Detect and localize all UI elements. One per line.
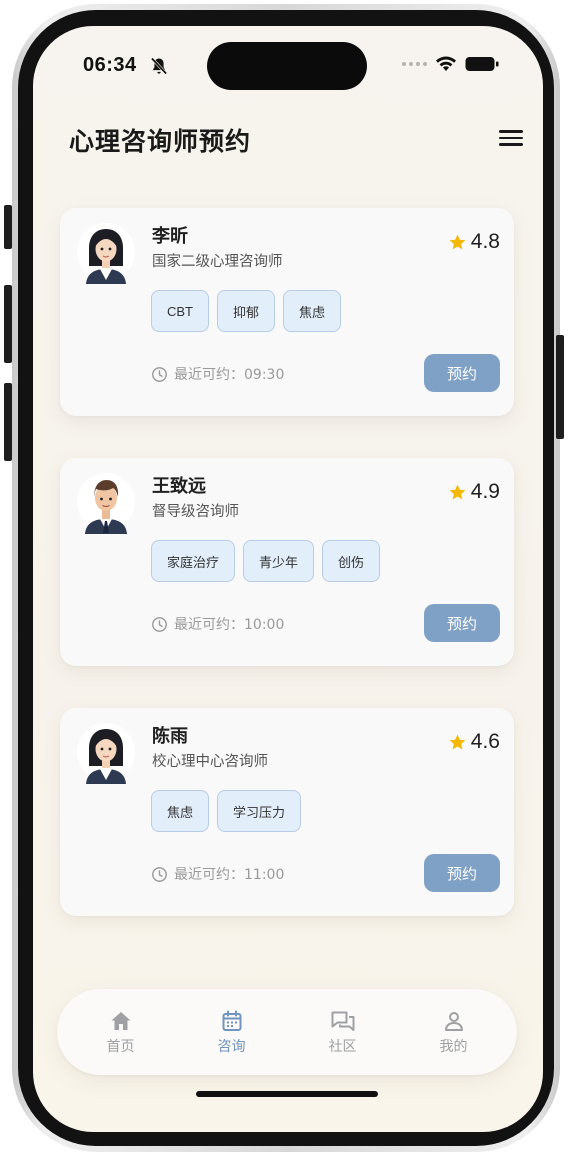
counselor-title: 国家二级心理咨询师 (152, 254, 283, 270)
star-icon (449, 484, 466, 500)
menu-button[interactable] (499, 126, 523, 150)
availability-text: 最近可约：11:00 (174, 867, 285, 883)
clock-icon (152, 866, 167, 882)
availability-text: 最近可约：09:30 (174, 367, 285, 383)
counselor-title: 督导级咨询师 (152, 504, 239, 520)
tab-label: 首页 (106, 1038, 135, 1055)
tab-profile[interactable]: 我的 (406, 1009, 502, 1056)
clock-icon (152, 616, 167, 632)
counselor-name: 李昕 (152, 226, 188, 247)
tab-label: 我的 (439, 1038, 468, 1055)
rating-score: 4.9 (470, 480, 500, 503)
counselor-title: 校心理中心咨询师 (152, 754, 268, 770)
specialty-tag: 焦虑 (151, 790, 210, 832)
specialty-tag: CBT (151, 290, 209, 332)
specialty-tags: CBT 抑郁 焦虑 (151, 290, 342, 332)
rating: 4.8 (448, 230, 500, 254)
tab-community[interactable]: 社区 (295, 1009, 391, 1056)
page-title: 心理咨询师预约 (69, 127, 252, 156)
wifi-icon (436, 56, 456, 71)
star-icon (449, 734, 466, 750)
action-button (4, 205, 12, 249)
header: 心理咨询师预约 (33, 116, 543, 172)
specialty-tag: 抑郁 (217, 290, 276, 332)
tab-bar: 首页 咨询 社区 我的 (57, 989, 517, 1075)
availability-text: 最近可约：10:00 (174, 617, 285, 633)
specialty-tag: 焦虑 (283, 290, 342, 332)
rating-score: 4.8 (470, 230, 500, 253)
calendar-icon (222, 1010, 241, 1031)
home-icon (111, 1011, 130, 1030)
user-icon (444, 1011, 463, 1031)
home-indicator[interactable] (196, 1091, 378, 1097)
counselor-name: 王致远 (152, 476, 206, 497)
counselor-card[interactable]: 李昕 国家二级心理咨询师 4.8 CBT 抑郁 焦虑 最近可约：09:30 预约 (60, 208, 514, 416)
male-avatar (77, 473, 135, 534)
female-avatar (77, 223, 135, 284)
availability: 最近可约：11:00 (151, 864, 284, 884)
bell-off-icon (150, 57, 168, 75)
counselor-card[interactable]: 陈雨 校心理中心咨询师 4.6 焦虑 学习压力 最近可约：11:00 预约 (60, 708, 514, 916)
tab-label: 咨询 (217, 1038, 246, 1055)
cellular-signal-icon (402, 62, 427, 66)
menu-icon-line (499, 143, 523, 146)
rating: 4.9 (448, 480, 500, 504)
menu-icon-line (499, 136, 523, 140)
availability: 最近可约：09:30 (151, 364, 284, 384)
female-avatar (77, 723, 135, 784)
chat-icon (331, 1011, 354, 1031)
star-icon (449, 234, 466, 250)
specialty-tags: 焦虑 学习压力 (151, 790, 302, 832)
clock-icon (152, 366, 167, 382)
book-button[interactable]: 预约 (424, 854, 500, 892)
book-button[interactable]: 预约 (424, 604, 500, 642)
availability: 最近可约：10:00 (151, 614, 284, 634)
status-indicators (402, 56, 499, 72)
battery-icon (465, 57, 499, 71)
volume-down-button (4, 383, 12, 461)
specialty-tag: 青少年 (243, 540, 315, 582)
counselor-name: 陈雨 (152, 726, 188, 747)
specialty-tag: 家庭治疗 (151, 540, 236, 582)
volume-up-button (4, 285, 12, 363)
book-button[interactable]: 预约 (424, 354, 500, 392)
screen: 06:34 心理咨询师预约 李昕 国家二级心理咨询师 4.8 CBT 抑郁 焦虑… (33, 26, 543, 1132)
specialty-tag: 创伤 (322, 540, 381, 582)
power-button (556, 335, 564, 439)
rating: 4.6 (448, 730, 500, 754)
tab-home[interactable]: 首页 (73, 1009, 169, 1056)
specialty-tags: 家庭治疗 青少年 创伤 (151, 540, 381, 582)
rating-score: 4.6 (470, 730, 500, 753)
tab-consult[interactable]: 咨询 (184, 1009, 280, 1056)
tab-label: 社区 (328, 1038, 357, 1055)
dynamic-island (207, 42, 367, 90)
status-time: 06:34 (83, 54, 137, 76)
counselor-card[interactable]: 王致远 督导级咨询师 4.9 家庭治疗 青少年 创伤 最近可约：10:00 预约 (60, 458, 514, 666)
specialty-tag: 学习压力 (217, 790, 302, 832)
menu-icon-line (499, 130, 523, 133)
